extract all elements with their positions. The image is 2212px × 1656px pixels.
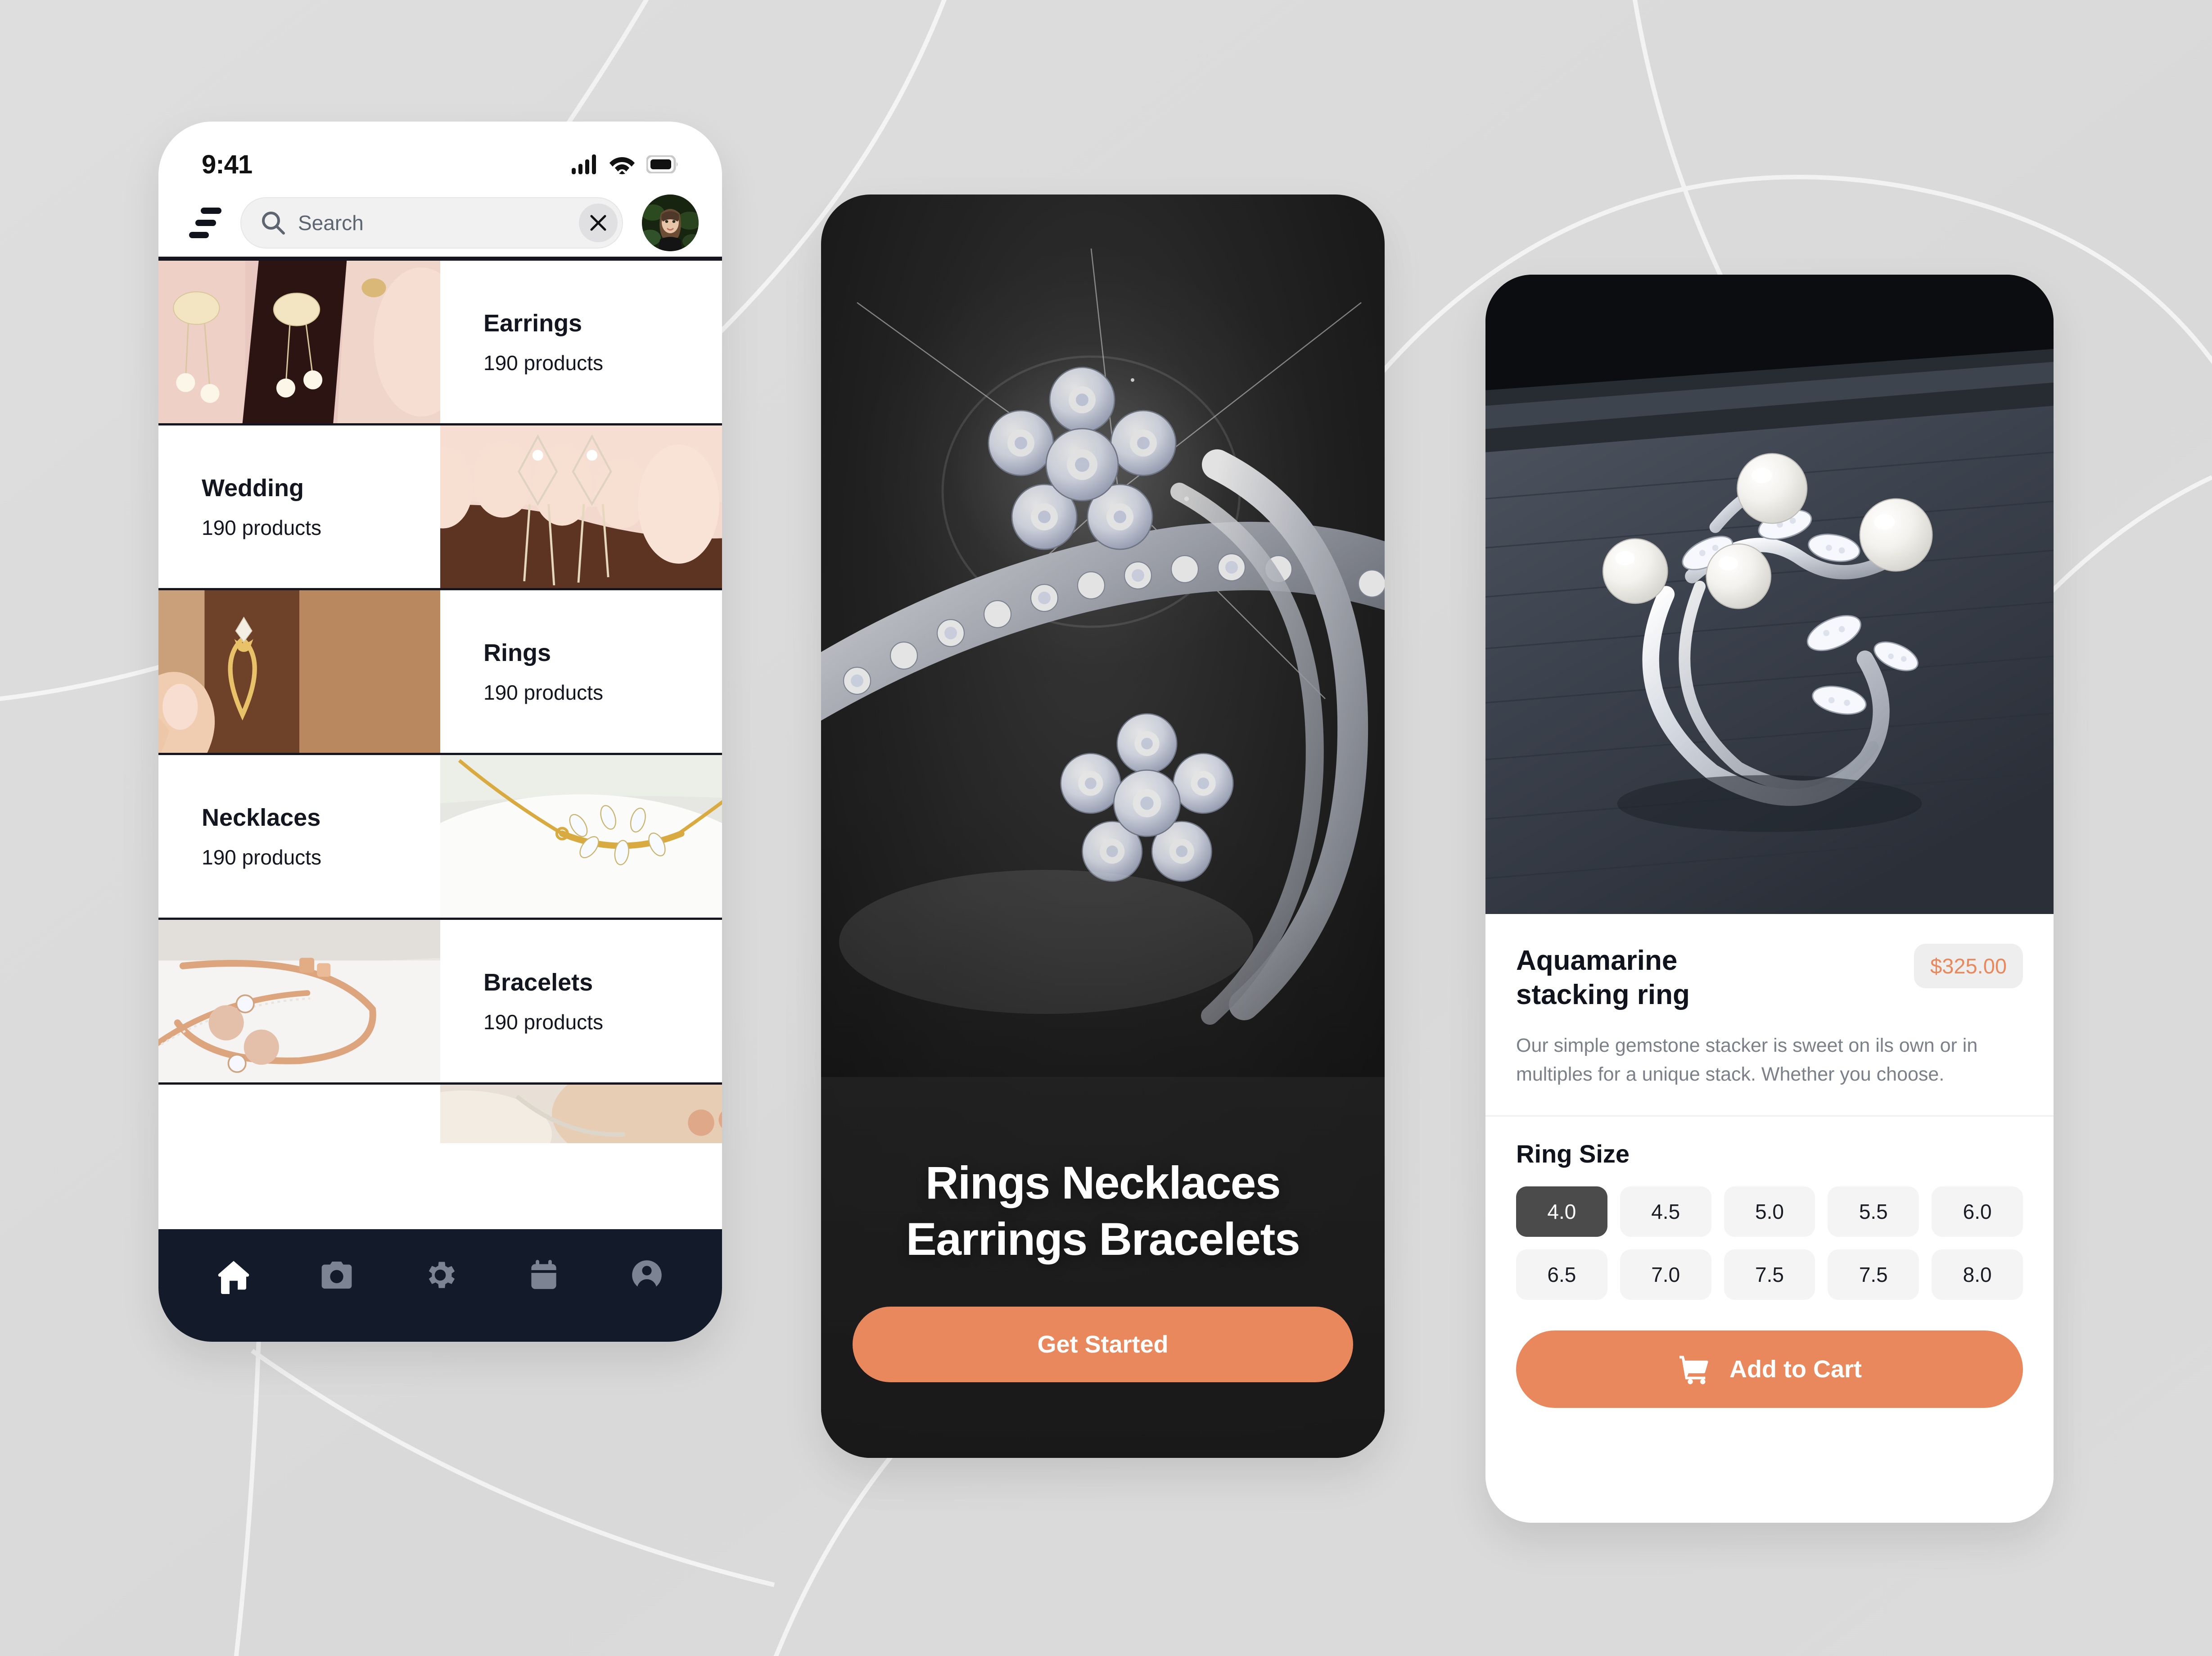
avatar[interactable] [642, 195, 699, 251]
size-option[interactable]: 8.0 [1932, 1249, 2023, 1300]
nav-item-home[interactable] [209, 1250, 258, 1300]
search-clear-button[interactable] [579, 204, 618, 242]
hero-title-line-1: Rings Necklaces [925, 1157, 1281, 1209]
category-count: 190 products [483, 351, 603, 375]
nav-item-settings[interactable] [415, 1250, 465, 1300]
list-item[interactable]: Necklaces 190 products [158, 755, 722, 920]
category-meta: Bracelets 190 products [440, 920, 722, 1082]
bottom-navigation [158, 1229, 722, 1342]
hero-title-line-2: Earrings Bracelets [906, 1213, 1300, 1265]
category-meta [158, 1085, 440, 1143]
nav-item-calendar[interactable] [519, 1250, 569, 1300]
status-time: 9:41 [202, 149, 253, 179]
list-item[interactable]: Rings 190 products [158, 590, 722, 755]
size-option[interactable]: 5.5 [1828, 1186, 1919, 1237]
category-title: Rings [483, 639, 551, 666]
category-title: Earrings [483, 309, 582, 337]
app-bar: Search [158, 189, 722, 257]
add-to-cart-button[interactable]: Add to Cart [1516, 1330, 2023, 1408]
size-option[interactable]: 7.5 [1828, 1249, 1919, 1300]
size-option[interactable]: 7.0 [1620, 1249, 1711, 1300]
home-icon [218, 1261, 249, 1294]
hamburger-menu-icon[interactable] [189, 208, 221, 238]
category-image [440, 1085, 722, 1143]
ring-size-options: 4.0 4.5 5.0 5.5 6.0 6.5 7.0 7.5 7.5 8.0 [1516, 1186, 2023, 1300]
search-placeholder: Search [298, 211, 364, 235]
category-meta: Earrings 190 products [440, 261, 722, 423]
wifi-icon [609, 157, 635, 174]
nav-item-camera[interactable] [312, 1250, 361, 1300]
price-badge: $325.00 [1914, 944, 2023, 988]
get-started-button[interactable]: Get Started [853, 1307, 1353, 1382]
ring-size-section: Ring Size 4.0 4.5 5.0 5.5 6.0 6.5 7.0 7.… [1485, 1117, 2054, 1300]
category-image [158, 590, 440, 753]
list-item[interactable]: Wedding 190 products [158, 425, 722, 590]
add-to-cart-label: Add to Cart [1729, 1355, 1862, 1383]
product-title: Aquamarine stacking ring [1516, 945, 1690, 1010]
camera-icon [322, 1262, 352, 1289]
category-count: 190 products [202, 516, 321, 539]
product-image [1485, 275, 2054, 914]
phone-mockup-category-list: 9:41 Search Earrings 190 products Weddin… [158, 122, 722, 1342]
category-image [158, 920, 440, 1082]
size-option[interactable]: 7.5 [1724, 1249, 1815, 1300]
cellular-signal-icon [572, 154, 596, 174]
product-description: Our simple gemstone stacker is sweet on … [1516, 1035, 1978, 1085]
list-item[interactable] [158, 1085, 722, 1143]
close-icon [590, 215, 606, 231]
size-option[interactable]: 6.0 [1932, 1186, 2023, 1237]
category-title: Necklaces [202, 804, 321, 831]
nav-item-profile[interactable] [622, 1250, 672, 1300]
size-option[interactable]: 4.0 [1516, 1186, 1607, 1237]
size-option[interactable]: 5.0 [1724, 1186, 1815, 1237]
phone-mockup-product-detail: Aquamarine stacking ring $325.00 Our sim… [1485, 275, 2054, 1523]
category-count: 190 products [202, 845, 321, 869]
product-body: Aquamarine stacking ring $325.00 Our sim… [1485, 914, 2054, 1523]
battery-icon [646, 155, 678, 173]
size-option[interactable]: 6.5 [1516, 1249, 1607, 1300]
hero-content: Rings Necklaces Earrings Bracelets Get S… [821, 1155, 1385, 1382]
status-bar: 9:41 [158, 122, 722, 189]
category-meta: Wedding 190 products [158, 425, 440, 588]
category-title: Bracelets [483, 968, 593, 996]
status-icons [572, 154, 679, 174]
search-input[interactable]: Search [240, 197, 623, 249]
person-icon [632, 1260, 662, 1290]
list-item[interactable]: Bracelets 190 products [158, 920, 722, 1085]
shopping-cart-icon [1679, 1355, 1708, 1384]
category-image [440, 755, 722, 918]
category-title: Wedding [202, 474, 304, 502]
gear-icon [429, 1262, 455, 1288]
ring-size-label: Ring Size [1516, 1139, 1630, 1168]
search-icon [262, 212, 285, 235]
avatar-image [642, 195, 699, 251]
category-count: 190 products [483, 1010, 603, 1034]
category-list: Earrings 190 products Wedding 190 produc… [158, 257, 722, 1229]
category-meta: Necklaces 190 products [158, 755, 440, 918]
category-image [158, 261, 440, 423]
category-meta: Rings 190 products [440, 590, 722, 753]
size-option[interactable]: 4.5 [1620, 1186, 1711, 1237]
add-to-cart-wrapper: Add to Cart [1485, 1300, 2054, 1451]
product-header: Aquamarine stacking ring $325.00 Our sim… [1485, 914, 2054, 1117]
hero-title: Rings Necklaces Earrings Bracelets [906, 1155, 1300, 1267]
category-image [440, 425, 722, 588]
category-count: 190 products [483, 680, 603, 704]
calendar-icon [531, 1260, 556, 1289]
list-item[interactable]: Earrings 190 products [158, 261, 722, 425]
phone-mockup-onboarding: Rings Necklaces Earrings Bracelets Get S… [821, 195, 1385, 1458]
